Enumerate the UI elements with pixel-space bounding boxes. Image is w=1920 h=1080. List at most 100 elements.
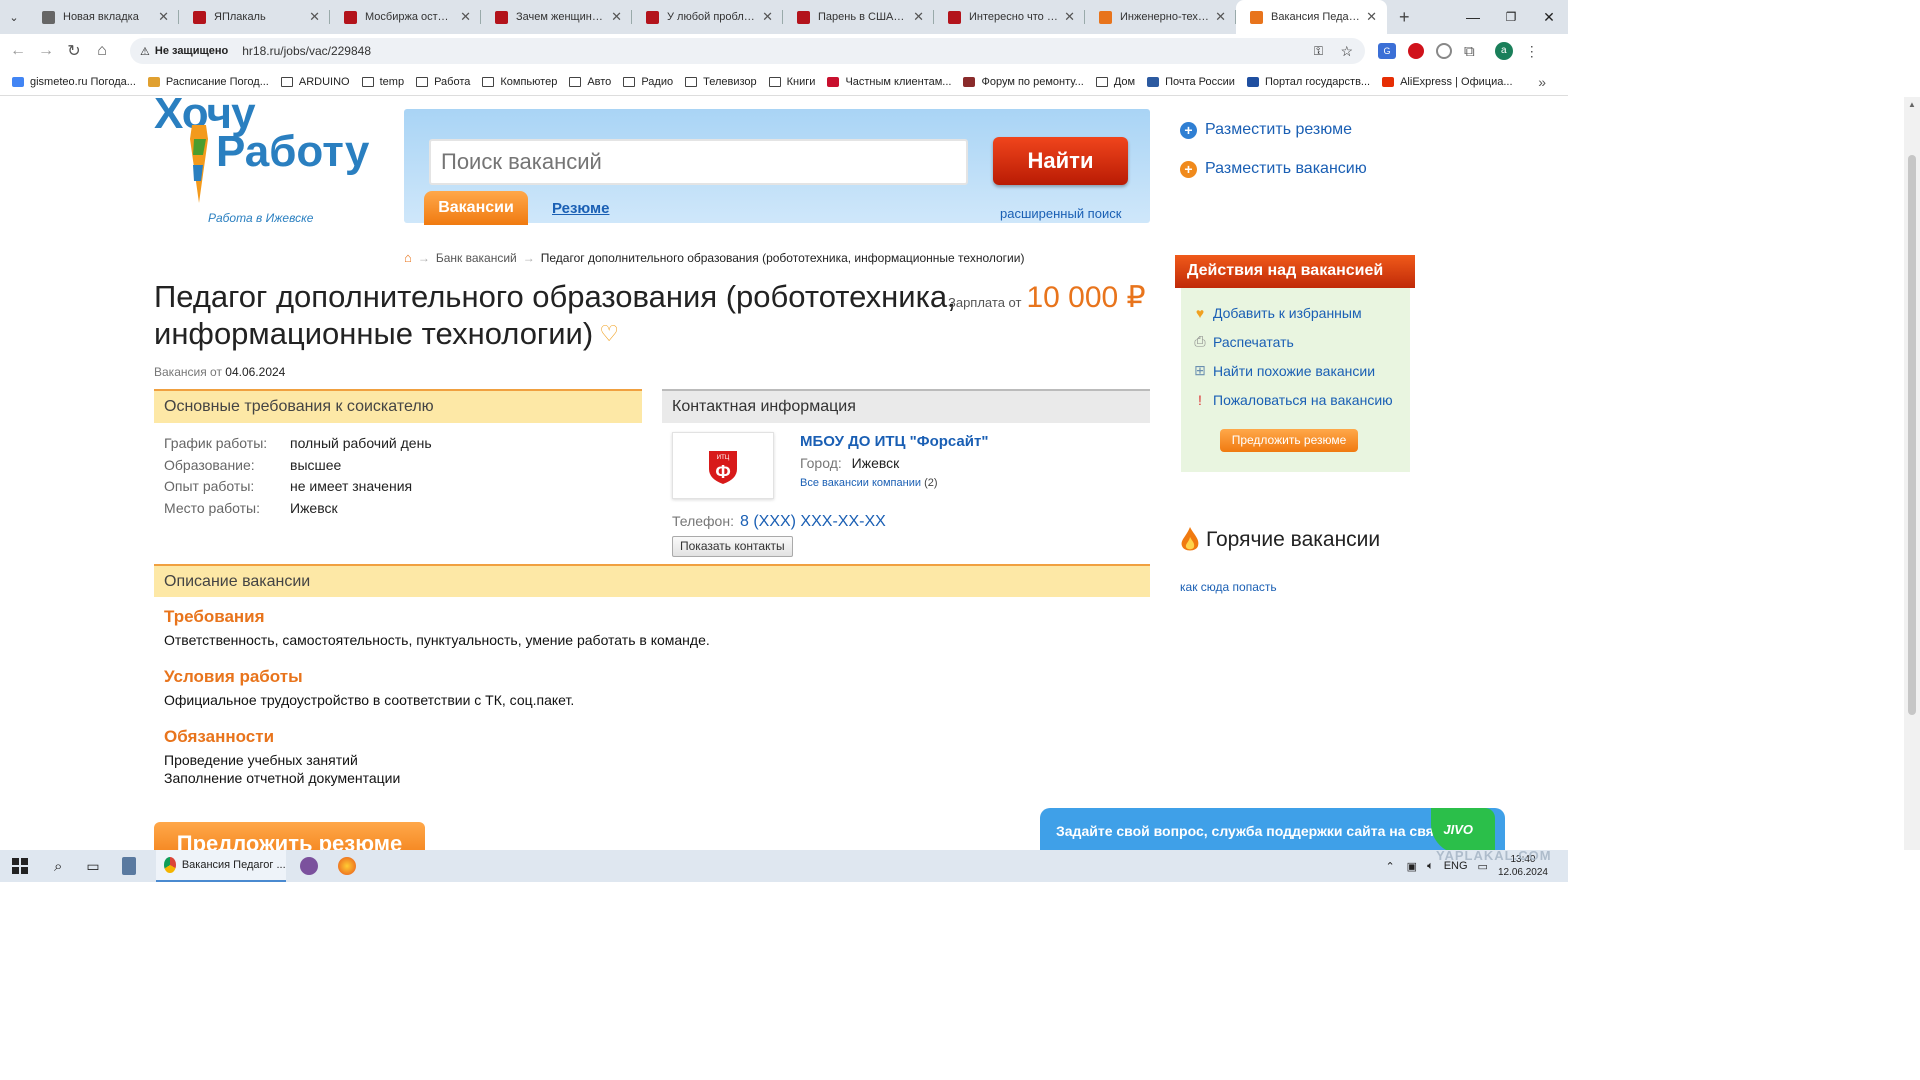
restore-icon[interactable]: ❐ (1492, 10, 1530, 24)
firefox-icon[interactable] (337, 857, 356, 875)
bookmark-star-icon[interactable]: ☆ (1340, 43, 1353, 60)
action-item[interactable]: ! Пожаловаться на вакансию (1191, 385, 1393, 414)
calculator-icon[interactable] (121, 857, 136, 875)
close-tab-icon[interactable]: ✕ (309, 9, 320, 25)
action-link[interactable]: Пожаловаться на вакансию (1213, 392, 1393, 408)
browser-tab[interactable]: Инженерно-техниче... ✕ (1085, 0, 1236, 34)
scrollbar-thumb[interactable] (1908, 155, 1916, 715)
browser-tab[interactable]: Новая вкладка ✕ (28, 0, 179, 34)
bookmark-item[interactable]: Форум по ремонту... (963, 76, 1084, 88)
action-item[interactable]: ⊞ Найти похожие вакансии (1191, 356, 1393, 385)
site-logo[interactable]: Хочу Работу Работа в Ижевске (154, 97, 384, 229)
close-tab-icon[interactable]: ✕ (1366, 9, 1377, 25)
page-scrollbar[interactable]: ▲ (1904, 97, 1920, 850)
taskbar-chrome-window[interactable]: Вакансия Педагог ... (155, 850, 286, 882)
browser-tab[interactable]: У любой проблемы ... ✕ (632, 0, 783, 34)
reload-icon[interactable]: ↻ (60, 41, 88, 61)
close-tab-icon[interactable]: ✕ (611, 9, 622, 25)
bookmark-item[interactable]: temp (361, 76, 404, 88)
bookmark-item[interactable]: Телевизор (685, 76, 757, 88)
action-link[interactable]: Добавить к избранным (1213, 305, 1362, 321)
bookmark-item[interactable]: Частным клиентам... (827, 76, 951, 88)
browser-tab[interactable]: ЯПлакаль ✕ (179, 0, 330, 34)
opera-vpn-icon[interactable] (1408, 43, 1424, 59)
tray-expand-icon[interactable]: ⌃ (1385, 860, 1394, 873)
extensions-puzzle-icon[interactable]: ⧉ (1464, 43, 1475, 60)
more-bookmarks-icon[interactable]: » (1538, 74, 1546, 90)
advanced-search-link[interactable]: расширенный поиск (1000, 206, 1121, 221)
forward-icon[interactable]: → (32, 42, 60, 60)
bookmark-item[interactable]: Работа (416, 76, 470, 88)
bookmark-item[interactable]: gismeteo.ru Погода... (12, 76, 136, 88)
new-tab-button[interactable]: + (1399, 7, 1410, 28)
translate-extension-icon[interactable]: G (1378, 43, 1396, 59)
post-vacancy-label[interactable]: Разместить вакансию (1205, 160, 1367, 178)
search-input[interactable] (429, 139, 968, 185)
chat-prompt-text[interactable]: Задайте свой вопрос, служба поддержки са… (1056, 823, 1454, 839)
globe-icon[interactable] (1436, 43, 1452, 59)
post-vacancy-link[interactable]: + Разместить вакансию (1180, 160, 1367, 178)
network-icon[interactable]: ▣ (1407, 860, 1417, 873)
tab-search-button[interactable]: ⌄ (0, 11, 28, 24)
all-vacancies-link[interactable]: Все вакансии компании (800, 477, 921, 489)
close-tab-icon[interactable]: ✕ (913, 9, 924, 25)
bookmark-item[interactable]: ARDUINO (280, 76, 350, 88)
action-link[interactable]: Распечатать (1213, 334, 1294, 350)
address-bar[interactable]: ⚠ Не защищено hr18.ru/jobs/vac/229848 ⚿ … (130, 38, 1365, 64)
minimize-icon[interactable]: — (1454, 9, 1492, 25)
company-name-link[interactable]: МБОУ ДО ИТЦ "Форсайт" (800, 433, 988, 450)
warning-icon[interactable]: ⚠ (140, 45, 150, 58)
company-logo[interactable]: ИТЦ Ф (672, 432, 774, 499)
close-tab-icon[interactable]: ✕ (1215, 9, 1226, 25)
bookmark-item[interactable]: Радио (623, 76, 673, 88)
bookmark-item[interactable]: Авто (569, 76, 611, 88)
bookmark-item[interactable]: Компьютер (482, 76, 557, 88)
home-icon[interactable]: ⌂ (88, 42, 116, 60)
url-text[interactable]: hr18.ru/jobs/vac/229848 (242, 44, 371, 58)
support-chat-widget[interactable]: Задайте свой вопрос, служба поддержки са… (1040, 808, 1505, 850)
home-breadcrumb-icon[interactable]: ⌂ (404, 250, 412, 265)
search-button[interactable]: Найти (993, 137, 1128, 185)
browser-tab[interactable]: Мосбиржа останавли... ✕ (330, 0, 481, 34)
close-tab-icon[interactable]: ✕ (158, 9, 169, 25)
offer-resume-big-button[interactable]: Предложить резюме (154, 822, 425, 850)
action-item[interactable]: ♥ Добавить к избранным (1191, 298, 1393, 327)
bookmark-item[interactable]: Почта России (1147, 76, 1235, 88)
bookmark-item[interactable]: Портал государств... (1246, 76, 1370, 88)
key-icon[interactable]: ⚿ (1314, 44, 1323, 59)
jivo-logo[interactable]: JIVO (1443, 822, 1473, 837)
bookmark-item[interactable]: AliExpress | Официа... (1382, 76, 1513, 88)
phone-value[interactable]: 8 (XXX) XXX-XX-XX (740, 513, 886, 531)
close-window-icon[interactable]: ✕ (1530, 9, 1568, 26)
browser-tab[interactable]: Интересно что буде... ✕ (934, 0, 1085, 34)
post-resume-link[interactable]: + Разместить резюме (1180, 121, 1352, 139)
close-tab-icon[interactable]: ✕ (460, 9, 471, 25)
not-secure-label[interactable]: Не защищено (155, 45, 228, 57)
close-tab-icon[interactable]: ✕ (762, 9, 773, 25)
menu-kebab-icon[interactable]: ⋮ (1525, 43, 1539, 60)
viber-icon[interactable] (299, 857, 318, 875)
bookmark-item[interactable]: Книги (768, 76, 815, 88)
bookmark-item[interactable]: Дом (1095, 76, 1135, 88)
taskbar-search-icon[interactable]: ⌕ (54, 858, 62, 875)
how-to-get-here-link[interactable]: как сюда попасть (1180, 580, 1277, 594)
post-resume-label[interactable]: Разместить резюме (1205, 121, 1352, 139)
volume-icon[interactable]: 🔈︎ (1427, 860, 1434, 873)
profile-avatar[interactable]: a (1494, 42, 1513, 60)
bookmark-item[interactable]: Расписание Погод... (147, 76, 269, 88)
task-view-icon[interactable]: ▭ (86, 858, 99, 875)
browser-tab[interactable]: Вакансия Педагог до... ✕ (1236, 0, 1387, 34)
windows-start-icon[interactable] (12, 858, 28, 874)
tab-vacancies[interactable]: Вакансии (424, 191, 528, 225)
offer-resume-button[interactable]: Предложить резюме (1220, 429, 1358, 452)
breadcrumb-bank[interactable]: Банк вакансий (436, 251, 517, 265)
browser-tab[interactable]: Зачем женщине нуж... ✕ (481, 0, 632, 34)
action-link[interactable]: Найти похожие вакансии (1213, 363, 1375, 379)
tab-resume[interactable]: Резюме (552, 200, 609, 217)
close-tab-icon[interactable]: ✕ (1064, 9, 1075, 25)
back-icon[interactable]: ← (4, 42, 32, 60)
browser-tab[interactable]: Парень в США видит... ✕ (783, 0, 934, 34)
show-contacts-button[interactable]: Показать контакты (672, 536, 793, 557)
favorite-heart-icon[interactable]: ♡ (599, 315, 619, 352)
action-item[interactable]: ⎙ Распечатать (1191, 327, 1393, 356)
